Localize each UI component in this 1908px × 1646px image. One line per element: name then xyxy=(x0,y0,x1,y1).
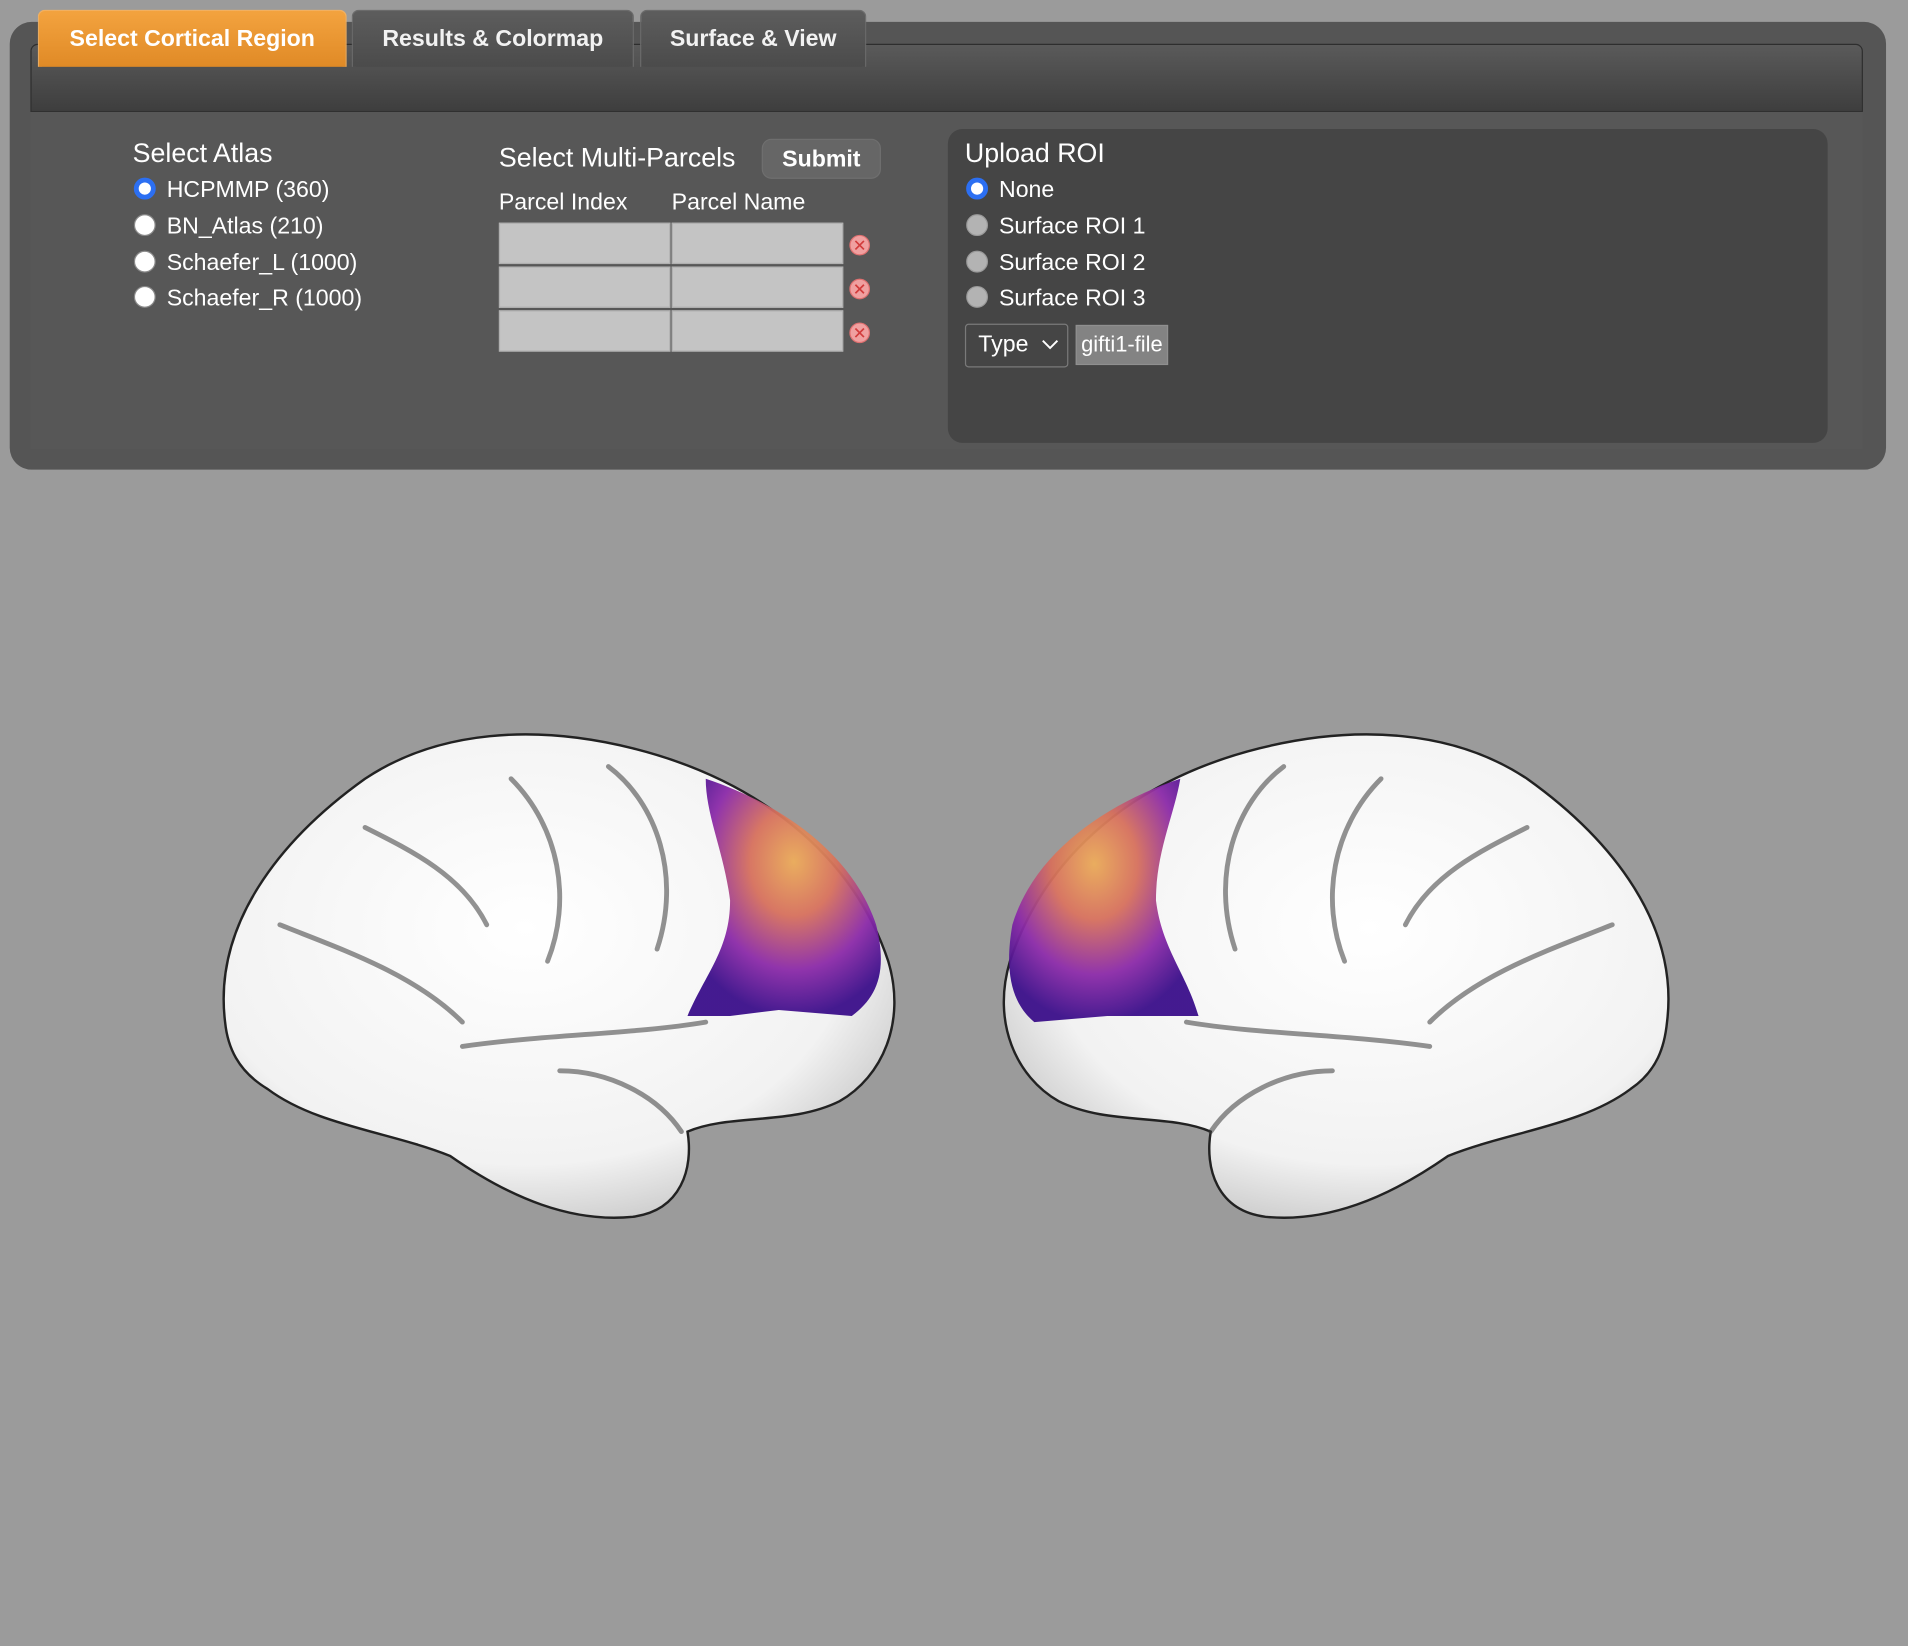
radio-button-selected[interactable] xyxy=(133,177,156,200)
radio-button[interactable] xyxy=(966,214,989,237)
atlas-option-label: Schaefer_R (1000) xyxy=(166,285,363,312)
atlas-option-label: HCPMMP (360) xyxy=(166,177,330,204)
parcel-index-input[interactable] xyxy=(498,310,671,352)
atlas-title: Select Atlas xyxy=(132,137,273,168)
brain-surface-viewer[interactable] xyxy=(0,487,1908,1646)
parcel-name-input[interactable] xyxy=(671,222,844,265)
brain-render xyxy=(222,733,1670,1219)
left-hemisphere xyxy=(222,733,896,1219)
multi-parcels-title: Select Multi-Parcels xyxy=(498,142,736,173)
radio-button[interactable] xyxy=(966,285,989,308)
close-circle-icon[interactable] xyxy=(849,278,871,300)
roi-option-label: Surface ROI 1 xyxy=(998,214,1146,240)
roi-option-label: None xyxy=(998,177,1055,204)
right-hemisphere xyxy=(1002,733,1670,1219)
tab-select-cortical-region[interactable]: Select Cortical Region xyxy=(37,9,347,67)
close-circle-icon[interactable] xyxy=(849,322,871,344)
roi-option-label: Surface ROI 3 xyxy=(998,285,1146,312)
roi-option-label: Surface ROI 2 xyxy=(998,250,1146,277)
parcel-name-input[interactable] xyxy=(671,310,844,352)
atlas-option-label: BN_Atlas (210) xyxy=(166,214,324,240)
radio-button-selected[interactable] xyxy=(966,177,989,200)
chevron-down-icon xyxy=(1042,340,1059,350)
app-window: Select Cortical Region Results & Colorma… xyxy=(0,0,1908,1646)
close-circle-icon[interactable] xyxy=(849,234,871,256)
tab-surface-view[interactable]: Surface & View xyxy=(640,9,867,67)
gifti-file-button[interactable]: gifti1-file xyxy=(1075,324,1169,366)
radio-button[interactable] xyxy=(966,250,989,273)
atlas-option-label: Schaefer_L (1000) xyxy=(166,250,358,277)
radio-button[interactable] xyxy=(133,214,156,237)
radio-button[interactable] xyxy=(133,285,156,308)
tab-results-colormap[interactable]: Results & Colormap xyxy=(351,9,634,67)
parcel-name-header: Parcel Name xyxy=(671,189,806,216)
type-select-value: Type xyxy=(978,332,1029,358)
parcel-index-header: Parcel Index xyxy=(498,189,628,216)
type-select[interactable]: Type xyxy=(964,323,1069,368)
parcel-index-input[interactable] xyxy=(498,222,671,265)
radio-button[interactable] xyxy=(133,250,156,273)
upload-roi-title: Upload ROI xyxy=(964,137,1105,168)
parcel-index-input[interactable] xyxy=(498,266,671,308)
parcel-name-input[interactable] xyxy=(671,266,844,308)
submit-button[interactable]: Submit xyxy=(761,138,881,179)
